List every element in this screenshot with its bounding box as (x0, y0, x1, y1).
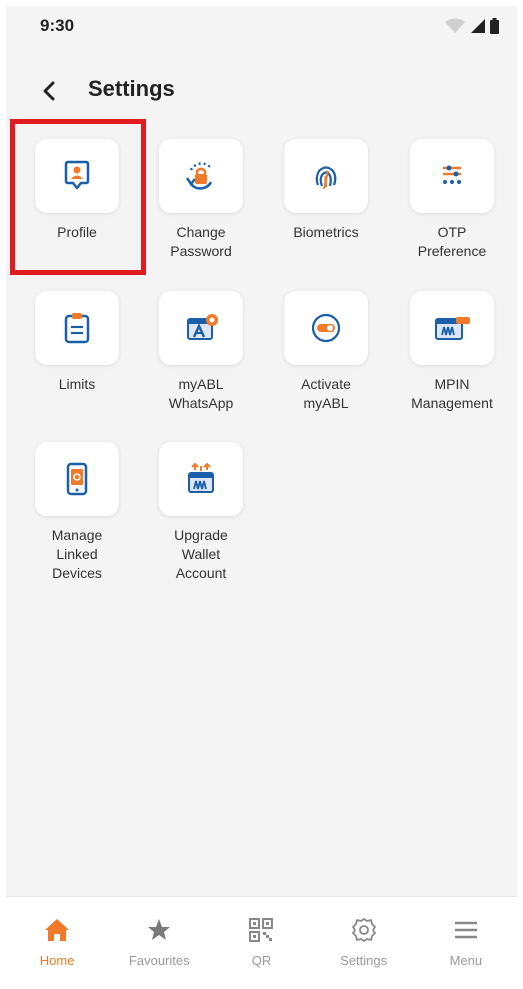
fingerprint-icon (315, 166, 337, 190)
star-icon (109, 915, 209, 945)
tile-icon-box (410, 139, 494, 213)
tile-label-myabl-whatsapp: myABL WhatsApp (168, 376, 234, 411)
app-screen: 9:30 Settings Profile Change Password Bi… (6, 6, 517, 983)
nav-label-qr: QR (251, 953, 272, 968)
hamburger-icon (416, 915, 516, 945)
nav-favourites[interactable]: Favourites (109, 897, 209, 968)
tile-label-mpin-management: MPIN Management (411, 376, 493, 411)
tile-change-password[interactable]: Change Password (141, 139, 261, 261)
tile-label-limits: Limits (58, 376, 96, 392)
gear-icon (314, 915, 414, 945)
lock-refresh-icon (185, 162, 213, 190)
status-time: 9:30 (40, 16, 75, 35)
tile-upgrade-wallet-account[interactable]: Upgrade Wallet Account (141, 442, 261, 583)
qr-icon (211, 915, 311, 945)
nav-home[interactable]: Home (7, 897, 107, 968)
nav-settings[interactable]: Settings (314, 897, 414, 968)
signal-icon (471, 19, 485, 33)
tile-icon-box (159, 442, 243, 516)
tile-manage-linked-devices[interactable]: Manage Linked Devices (17, 442, 137, 583)
nav-label-menu: Menu (449, 953, 483, 968)
tile-label-upgrade-wallet-account: Upgrade Wallet Account (174, 527, 228, 581)
nav-menu[interactable]: Menu (416, 897, 516, 968)
sliders-icon (443, 165, 461, 184)
status-bar: 9:30 (6, 6, 517, 46)
back-button[interactable] (34, 76, 64, 106)
tile-label-biometrics: Biometrics (293, 224, 359, 240)
chevron-left-icon (43, 81, 55, 101)
phone-link-icon (66, 462, 88, 496)
tile-icon-box (284, 139, 368, 213)
tile-label-manage-linked-devices: Manage Linked Devices (51, 527, 103, 581)
mpin-device-icon (435, 317, 470, 340)
status-icons (444, 18, 499, 34)
battery-icon (490, 18, 499, 34)
nav-label-favourites: Favourites (128, 953, 190, 968)
wifi-icon (445, 18, 465, 33)
tile-icon-box (159, 139, 243, 213)
tile-label-change-password: Change Password (170, 224, 232, 259)
toggle-icon (311, 313, 341, 343)
bottom-nav: Home Favourites QR Settings Menu (6, 896, 517, 983)
tile-icon-box (35, 291, 119, 365)
home-icon (7, 915, 107, 945)
tile-icon-box (159, 291, 243, 365)
tile-mpin-management[interactable]: MPIN Management (392, 291, 512, 413)
tile-label-profile: Profile (57, 224, 97, 240)
tile-myabl-whatsapp[interactable]: myABL WhatsApp (141, 291, 261, 413)
tile-activate-myabl[interactable]: Activate myABL (266, 291, 386, 413)
page-title: Settings (88, 76, 175, 101)
tile-label-otp-preference: OTP Preference (417, 224, 487, 259)
tile-icon-box (35, 139, 119, 213)
clipboard-icon (64, 313, 90, 344)
tile-icon-box (284, 291, 368, 365)
header: Settings (6, 66, 517, 116)
tile-biometrics[interactable]: Biometrics (266, 139, 386, 242)
tile-otp-preference[interactable]: OTP Preference (392, 139, 512, 261)
nav-label-settings: Settings (340, 953, 388, 968)
tile-icon-box (35, 442, 119, 516)
tile-profile[interactable]: Profile (17, 139, 137, 242)
wallet-upgrade-icon (188, 462, 214, 493)
tile-icon-box (410, 291, 494, 365)
tile-label-activate-myabl: Activate myABL (301, 376, 351, 411)
tile-limits[interactable]: Limits (17, 291, 137, 394)
store-chat-icon (187, 314, 218, 340)
nav-label-home: Home (39, 953, 75, 968)
nav-qr[interactable]: QR (211, 897, 311, 968)
profile-icon (64, 160, 90, 190)
